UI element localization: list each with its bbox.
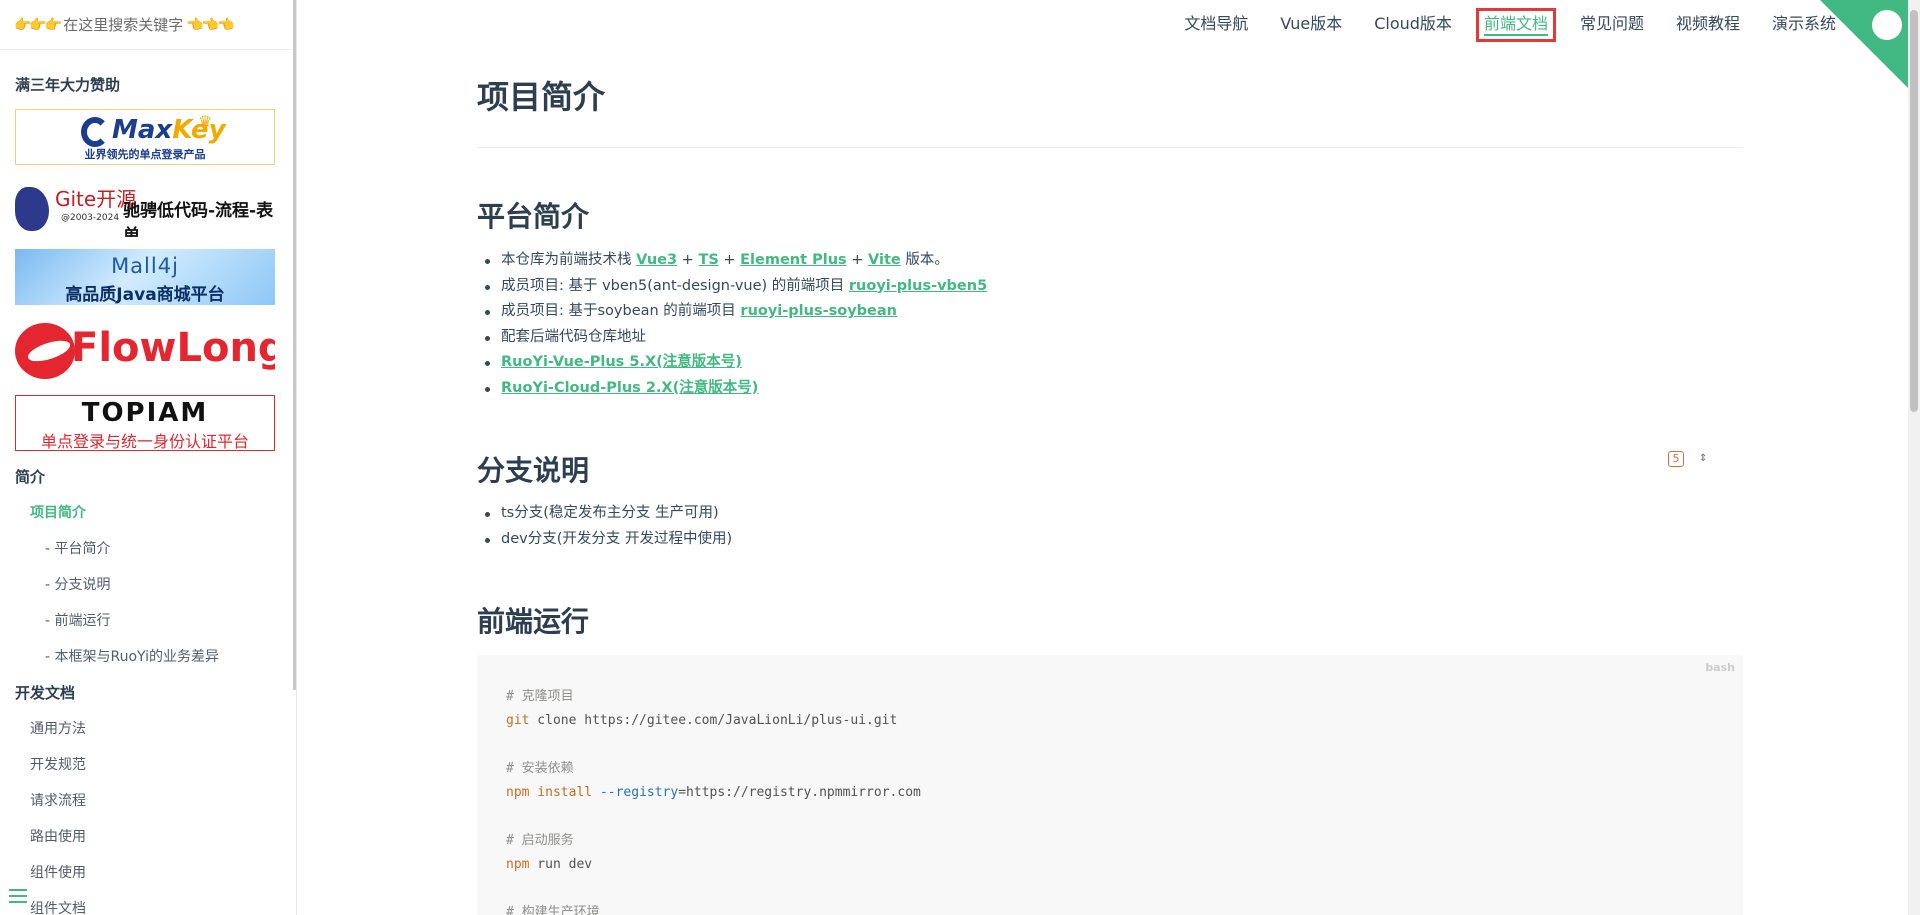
flowlong-logo-icon — [15, 323, 75, 379]
nav-sub-branch[interactable]: - 分支说明 — [0, 567, 296, 603]
topnav-doc-nav[interactable]: 文档导航 — [1184, 12, 1248, 36]
search-input[interactable]: 在这里搜索关键字 — [63, 14, 183, 35]
nav-item-dev-standards[interactable]: 开发规范 — [0, 747, 296, 783]
nav-sub-frontend-run[interactable]: - 前端运行 — [0, 603, 296, 639]
link-ruoyi-vue-plus[interactable]: RuoYi-Vue-Plus 5.X(注意版本号) — [501, 354, 742, 370]
code-block[interactable]: bash # 克隆项目 git clone https://gitee.com/… — [477, 655, 1743, 915]
maxkey-logo-icon — [81, 117, 109, 147]
mall4j-slogan: 高品质Java商城平台 — [65, 285, 225, 305]
nav-section-intro[interactable]: 简介 — [0, 459, 296, 495]
list-item: dev分支(开发分支 开发过程中使用) — [484, 527, 732, 553]
nav-item-request-flow[interactable]: 请求流程 — [0, 783, 296, 819]
nav-section-dev-docs[interactable]: 开发文档 — [0, 675, 296, 711]
topnav-faq[interactable]: 常见问题 — [1580, 12, 1644, 36]
main-scrollbar-thumb[interactable] — [1910, 10, 1918, 412]
sidebar-scrollbar[interactable] — [293, 0, 296, 690]
page-title: 项目简介 — [477, 78, 606, 116]
list-item: 成员项目: 基于 vben5(ant-design-vue) 的前端项目 ruo… — [484, 274, 987, 300]
ad-gitee[interactable]: Gite开源 @2003-2024 驰骋低代码-流程-表单 — [15, 179, 275, 237]
branch-list: ts分支(稳定发布主分支 生产可用) dev分支(开发分支 开发过程中使用) — [484, 501, 732, 553]
link-ruoyi-cloud-plus[interactable]: RuoYi-Cloud-Plus 2.X(注意版本号) — [501, 380, 758, 396]
dragon-logo-icon — [15, 187, 49, 231]
ad-flowlong[interactable]: FlowLong — [15, 321, 275, 381]
topnav-cloud-version[interactable]: Cloud版本 — [1374, 12, 1452, 36]
gitee-year: @2003-2024 — [61, 213, 120, 223]
list-item: 本仓库为前端技术栈 Vue3 + TS + Element Plus + Vit… — [484, 248, 987, 274]
list-item: 配套后端代码仓库地址 — [484, 325, 987, 351]
format-tool-icon[interactable]: 5 — [1668, 451, 1684, 467]
nav-item-routing[interactable]: 路由使用 — [0, 819, 296, 855]
nav-item-components[interactable]: 组件使用 — [0, 855, 296, 891]
link-element-plus[interactable]: Element Plus — [740, 252, 847, 268]
nav-item-common-methods[interactable]: 通用方法 — [0, 711, 296, 747]
list-item: 成员项目: 基于soybean 的前端项目 ruoyi-plus-soybean — [484, 299, 987, 325]
topnav-frontend-docs[interactable]: 前端文档 — [1475, 8, 1556, 42]
heading-branch: 分支说明 — [477, 454, 590, 487]
search-box[interactable]: 👉👉👉 在这里搜索关键字 👈👈👈 — [0, 0, 296, 50]
maxkey-name-a: Max — [112, 115, 173, 145]
sponsor-title: 满三年大力赞助 — [15, 76, 121, 94]
pointing-hand-left-icon: 👉👉👉 — [14, 16, 62, 33]
divider — [477, 147, 1743, 148]
heading-platform-intro: 平台简介 — [477, 200, 590, 233]
pointing-hand-right-icon: 👈👈👈 — [186, 16, 234, 33]
link-ruoyi-plus-soybean[interactable]: ruoyi-plus-soybean — [740, 303, 897, 319]
gitee-slogan: 驰骋低代码-流程-表单 — [123, 201, 274, 237]
list-item: ts分支(稳定发布主分支 生产可用) — [484, 501, 732, 527]
topnav-vue-version[interactable]: Vue版本 — [1280, 12, 1342, 36]
top-nav: 文档导航 Vue版本 Cloud版本 前端文档 常见问题 视频教程 演示系统 — [1152, 8, 1836, 42]
octocat-icon — [1872, 10, 1902, 40]
nav-sub-ruoyi-diff[interactable]: - 本框架与RuoYi的业务差异 — [0, 639, 296, 675]
nav-item-project-intro[interactable]: 项目简介 — [0, 495, 296, 531]
code-lang-label: bash — [1705, 661, 1735, 674]
link-ts[interactable]: TS — [698, 252, 718, 268]
link-vue3[interactable]: Vue3 — [636, 252, 677, 268]
ad-maxkey[interactable]: MaxKey ♛ 业界领先的单点登录产品 — [15, 109, 275, 165]
nav-sub-platform-intro[interactable]: - 平台简介 — [0, 531, 296, 567]
topiam-slogan: 单点登录与统一身份认证平台 — [40, 432, 249, 451]
nav-item-component-docs[interactable]: 组件文档 — [0, 891, 296, 915]
list-item: RuoYi-Vue-Plus 5.X(注意版本号) — [484, 350, 987, 376]
chevron-updown-icon[interactable]: ⇕ — [1699, 453, 1707, 464]
repo-corner[interactable] — [1820, 0, 1920, 100]
main-scrollbar[interactable] — [1908, 0, 1920, 915]
maxkey-slogan: 业界领先的单点登录产品 — [84, 148, 206, 161]
mall4j-name: Mall4j — [111, 254, 179, 278]
topnav-video-tutorial[interactable]: 视频教程 — [1676, 12, 1740, 36]
link-vite[interactable]: Vite — [868, 252, 901, 268]
menu-toggle-icon[interactable] — [9, 889, 27, 903]
topiam-name: TOPIAM — [81, 398, 209, 428]
sidebar: 👉👉👉 在这里搜索关键字 👈👈👈 满三年大力赞助 MaxKey ♛ 业界领先的单… — [0, 0, 297, 915]
ad-mall4j[interactable]: Mall4j 高品质Java商城平台 — [15, 249, 275, 305]
ad-topiam[interactable]: TOPIAM 单点登录与统一身份认证平台 — [15, 395, 275, 451]
crown-icon: ♛ — [198, 112, 213, 131]
heading-frontend-run: 前端运行 — [477, 605, 590, 638]
flowlong-name: FlowLong — [71, 325, 275, 371]
code-content[interactable]: # 克隆项目 git clone https://gitee.com/JavaL… — [506, 685, 921, 915]
list-item: RuoYi-Cloud-Plus 2.X(注意版本号) — [484, 376, 987, 402]
link-ruoyi-plus-vben5[interactable]: ruoyi-plus-vben5 — [849, 278, 987, 294]
platform-list: 本仓库为前端技术栈 Vue3 + TS + Element Plus + Vit… — [484, 248, 987, 402]
